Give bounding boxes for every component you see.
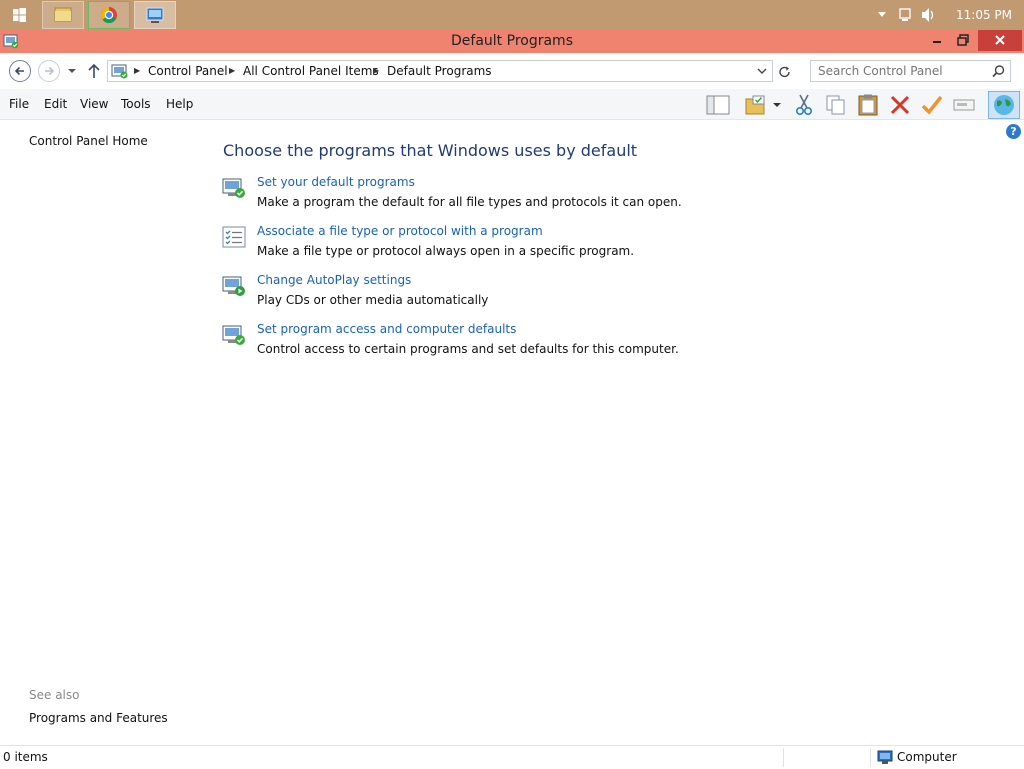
refresh-icon: [779, 66, 790, 78]
control-panel-small-icon: [111, 64, 128, 79]
programs-and-features-link[interactable]: Programs and Features: [29, 711, 168, 725]
address-history-dropdown[interactable]: [754, 63, 770, 79]
properties-button[interactable]: [920, 93, 944, 117]
breadcrumb-default-programs[interactable]: Default Programs: [387, 61, 492, 81]
taskbar-file-explorer[interactable]: [42, 1, 84, 29]
breadcrumb-separator[interactable]: ▶: [134, 61, 140, 81]
task-description: Make a file type or protocol always open…: [257, 244, 635, 258]
recent-pages-dropdown[interactable]: [66, 63, 78, 79]
task-description: Control access to certain programs and s…: [257, 342, 679, 356]
file-association-icon: [222, 226, 246, 248]
computer-icon: [877, 750, 893, 764]
breadcrumb-control-panel[interactable]: Control Panel: [148, 61, 228, 81]
paste-button[interactable]: [856, 93, 880, 117]
chevron-down-icon: [773, 103, 781, 107]
task-link[interactable]: Set your default programs: [257, 175, 415, 189]
network-icon[interactable]: [897, 0, 915, 30]
address-bar[interactable]: ▶ Control Panel ▶ All Control Panel Item…: [107, 60, 773, 82]
refresh-button[interactable]: [776, 63, 794, 81]
folder-options-icon: [745, 95, 765, 115]
status-bar: 0 items Computer: [0, 745, 1024, 768]
title-bar[interactable]: Default Programs: [0, 30, 1024, 53]
taskbar-chrome[interactable]: [88, 1, 130, 29]
page-title: Choose the programs that Windows uses by…: [223, 141, 638, 160]
rename-icon: [953, 99, 975, 111]
menu-file[interactable]: File: [9, 89, 29, 120]
taskbar: 11:05 PM: [0, 0, 1024, 30]
task-link[interactable]: Associate a file type or protocol with a…: [257, 224, 543, 238]
chrome-icon: [101, 7, 117, 24]
close-icon: [995, 35, 1005, 45]
restore-icon: [957, 34, 969, 46]
globe-button[interactable]: [988, 91, 1020, 119]
status-item-count: 0 items: [3, 750, 48, 764]
volume-icon[interactable]: [920, 0, 938, 30]
search-input[interactable]: [818, 63, 986, 79]
cut-icon: [796, 94, 813, 116]
close-button[interactable]: [978, 30, 1022, 51]
search-box[interactable]: [810, 60, 1011, 82]
task-link[interactable]: Set program access and computer defaults: [257, 322, 516, 336]
delete-button[interactable]: [888, 93, 912, 117]
up-arrow-icon: [88, 63, 100, 78]
autoplay-icon: [222, 276, 245, 296]
task-associate-file-type: Associate a file type or protocol with a…: [222, 224, 782, 268]
control-panel-icon: [146, 7, 164, 23]
tray-chevron-icon[interactable]: [876, 0, 888, 30]
clock[interactable]: 11:05 PM: [956, 0, 1012, 30]
status-divider: [783, 748, 784, 767]
status-divider: [870, 748, 871, 767]
default-programs-icon: [222, 178, 245, 198]
task-link[interactable]: Change AutoPlay settings: [257, 273, 411, 287]
up-button[interactable]: [86, 62, 102, 80]
task-description: Make a program the default for all file …: [257, 195, 682, 209]
folder-options-dropdown[interactable]: [770, 93, 784, 117]
menu-tools[interactable]: Tools: [121, 89, 151, 120]
chevron-down-icon: [757, 68, 767, 74]
rename-button[interactable]: [952, 93, 976, 117]
minimize-button[interactable]: [924, 30, 950, 51]
forward-arrow-icon: [45, 66, 55, 76]
task-description: Play CDs or other media automatically: [257, 293, 489, 307]
task-autoplay-settings: Change AutoPlay settings Play CDs or oth…: [222, 273, 782, 317]
see-also-heading: See also: [29, 688, 80, 702]
delete-icon: [890, 95, 910, 115]
copy-button[interactable]: [824, 93, 848, 117]
menu-bar: File Edit View Tools Help: [0, 89, 1024, 120]
breadcrumb-separator[interactable]: ▶: [229, 61, 235, 81]
status-zone: Computer: [897, 750, 957, 764]
chevron-down-icon: [68, 69, 76, 73]
paste-icon: [858, 94, 878, 116]
checkmark-icon: [921, 95, 943, 115]
layout-icon: [706, 95, 730, 115]
navigation-bar: ▶ Control Panel ▶ All Control Panel Item…: [0, 53, 1024, 89]
layout-button[interactable]: [706, 93, 730, 117]
breadcrumb-all-items[interactable]: All Control Panel Items: [243, 61, 379, 81]
task-program-access: Set program access and computer defaults…: [222, 322, 782, 366]
start-button[interactable]: [0, 0, 38, 30]
file-explorer-icon: [54, 7, 72, 22]
breadcrumb-separator[interactable]: ▶: [373, 61, 379, 81]
forward-button[interactable]: [38, 60, 60, 82]
task-set-default-programs: Set your default programs Make a program…: [222, 175, 782, 219]
windows-logo-icon: [13, 8, 26, 22]
cut-button[interactable]: [792, 93, 816, 117]
globe-icon: [994, 95, 1014, 115]
folder-options-button[interactable]: [744, 93, 768, 117]
menu-edit[interactable]: Edit: [44, 89, 67, 120]
minimize-icon: [933, 41, 941, 43]
restore-button[interactable]: [950, 30, 976, 51]
window-title: Default Programs: [451, 33, 573, 49]
back-arrow-icon: [14, 66, 24, 76]
copy-icon: [826, 95, 845, 115]
control-panel-home-link[interactable]: Control Panel Home: [29, 134, 148, 148]
program-access-icon: [222, 325, 245, 345]
menu-view[interactable]: View: [80, 89, 108, 120]
search-icon[interactable]: [991, 64, 1006, 79]
taskbar-control-panel[interactable]: [134, 1, 176, 29]
back-button[interactable]: [9, 60, 31, 82]
help-icon[interactable]: ?: [1006, 124, 1021, 139]
menu-help[interactable]: Help: [166, 89, 193, 120]
